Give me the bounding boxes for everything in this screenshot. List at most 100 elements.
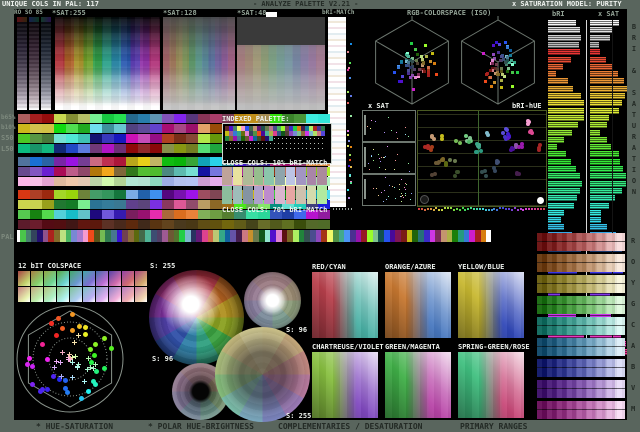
primary-range-band — [537, 296, 625, 314]
strip-swatch — [138, 220, 150, 229]
plus-v — [60, 360, 62, 366]
strip-swatch — [186, 220, 198, 229]
bar-hatch — [548, 63, 564, 70]
cube-dot — [493, 56, 497, 60]
bar-hatch — [548, 202, 574, 209]
polar-disc-s96-bright — [244, 272, 301, 329]
cube-dot — [497, 43, 501, 47]
hue-panel-sat128[interactable] — [163, 17, 235, 110]
bri-hue-panel[interactable] — [417, 110, 547, 207]
speck — [348, 197, 350, 199]
xsat-dot — [398, 189, 400, 191]
hue-tick — [516, 208, 519, 211]
bar-row — [548, 34, 627, 41]
strip-swatch — [306, 220, 318, 229]
strip-swatch — [30, 114, 42, 123]
polar-dot — [56, 315, 62, 321]
close-col-tile — [243, 167, 253, 185]
pal-strip[interactable] — [17, 230, 492, 242]
bri-bar — [548, 151, 567, 158]
cube-dot — [507, 66, 510, 70]
pal-label: PAL — [1, 233, 14, 241]
strip-swatch — [18, 167, 30, 176]
flat-gray-band — [237, 17, 325, 45]
strip-swatch — [174, 144, 186, 153]
xsat-dot — [405, 195, 407, 197]
xsat-dot — [389, 184, 391, 186]
slot-dot — [318, 138, 319, 139]
cube-dot — [392, 71, 396, 75]
bri-hue-dot — [503, 127, 508, 132]
bri-bar — [548, 41, 579, 48]
xsat-dot — [399, 184, 401, 186]
polar-plus — [69, 374, 75, 380]
strip-swatch — [78, 134, 90, 143]
strip-swatch — [66, 134, 78, 143]
strip-swatch — [42, 210, 54, 219]
cube-dot — [499, 85, 503, 89]
xsat-dot — [377, 194, 379, 196]
bar-hatch — [548, 224, 565, 231]
plus-v — [56, 358, 58, 364]
strip-swatch — [90, 167, 102, 176]
bar-hatch — [548, 180, 583, 187]
hue-tick — [542, 208, 545, 211]
bri-hue-dot — [467, 140, 472, 145]
xsat-dot — [386, 199, 388, 201]
cube-dot — [412, 88, 416, 92]
slot-dot — [250, 143, 251, 144]
strip-swatch — [138, 114, 150, 123]
speck — [349, 159, 351, 161]
cube-dot — [511, 85, 515, 89]
hue-panel-sat48[interactable] — [237, 17, 325, 110]
strip-swatch — [54, 210, 66, 219]
sat-bar — [590, 122, 608, 129]
cube-dot — [417, 67, 421, 71]
polar-dot — [60, 325, 66, 331]
xsat-dot — [407, 163, 409, 165]
hue-saturation-polar[interactable] — [14, 303, 126, 415]
strip-swatch — [294, 114, 306, 123]
strip-swatch — [18, 134, 30, 143]
strip-swatch — [174, 114, 186, 123]
sat-bar — [590, 173, 627, 180]
hue-tick — [528, 207, 531, 210]
bar-hatch — [548, 187, 581, 194]
saturation-model-label[interactable]: x SATURATION MODEL: PURITY — [512, 0, 622, 8]
bar-row — [548, 63, 627, 70]
strip-swatch — [150, 124, 162, 133]
hue-tick — [502, 207, 505, 210]
bar-hatch — [548, 85, 573, 92]
sat48-label[interactable]: *SAT:48 — [237, 9, 267, 17]
comp-panel-red-cyan — [312, 272, 378, 338]
bar-row — [548, 107, 627, 114]
cube-dot — [496, 50, 500, 54]
value-ramp-2 — [29, 22, 39, 110]
cube-dot — [407, 68, 411, 72]
hue-panel-sat255[interactable] — [55, 17, 160, 110]
bar-row — [548, 56, 627, 63]
strip-swatch — [162, 200, 174, 209]
xsat-dot — [394, 198, 396, 200]
bar-hatch — [548, 27, 581, 34]
xsat-dot — [400, 193, 402, 195]
bri-bar — [548, 63, 564, 70]
strip-swatch — [198, 114, 210, 123]
strip-swatch — [294, 220, 306, 229]
xsat-dot — [394, 159, 396, 161]
close-col-tile — [264, 167, 274, 185]
cube-dot — [508, 54, 512, 58]
analyze-palette-app: UNIQUE COLS IN PAL: 117 - ANALYZE PALETT… — [0, 0, 640, 432]
strip-swatch — [42, 167, 54, 176]
slot-dot — [242, 143, 243, 144]
strip-swatch — [18, 220, 30, 229]
sat128-label[interactable]: *SAT:128 — [163, 9, 197, 17]
speck — [349, 174, 351, 176]
strip-swatch — [150, 114, 162, 123]
hue-tick — [435, 207, 438, 210]
cube-dot — [500, 73, 504, 77]
bar-row — [548, 144, 627, 151]
comp-label-red-cyan: RED/CYAN — [312, 263, 346, 271]
cube-dot — [400, 79, 404, 83]
sat255-label[interactable]: *SAT:255 — [52, 9, 86, 17]
